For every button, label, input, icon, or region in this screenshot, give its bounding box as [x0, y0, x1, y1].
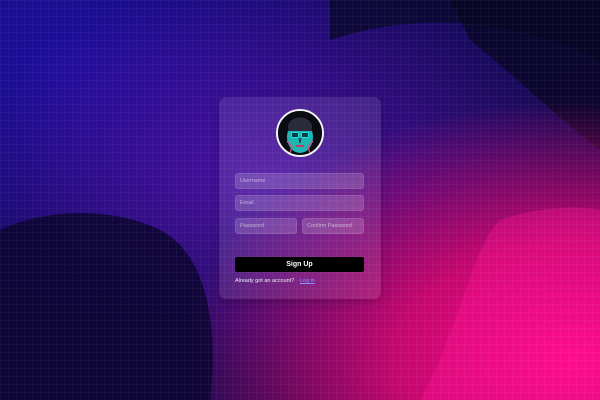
password-field[interactable]: Password — [235, 218, 297, 234]
login-link[interactable]: Log in — [300, 278, 315, 284]
login-prompt: Already got an account? Log in — [235, 278, 375, 284]
avatar — [276, 109, 324, 157]
signup-card: Username Email Password Confirm Password… — [219, 97, 381, 299]
email-field[interactable]: Email — [235, 195, 364, 211]
login-prompt-text: Already got an account? — [235, 278, 295, 284]
confirm-password-field[interactable]: Confirm Password — [302, 218, 364, 234]
user-face-icon — [278, 111, 322, 155]
username-field[interactable]: Username — [235, 173, 364, 189]
sign-up-button[interactable]: Sign Up — [235, 257, 364, 272]
